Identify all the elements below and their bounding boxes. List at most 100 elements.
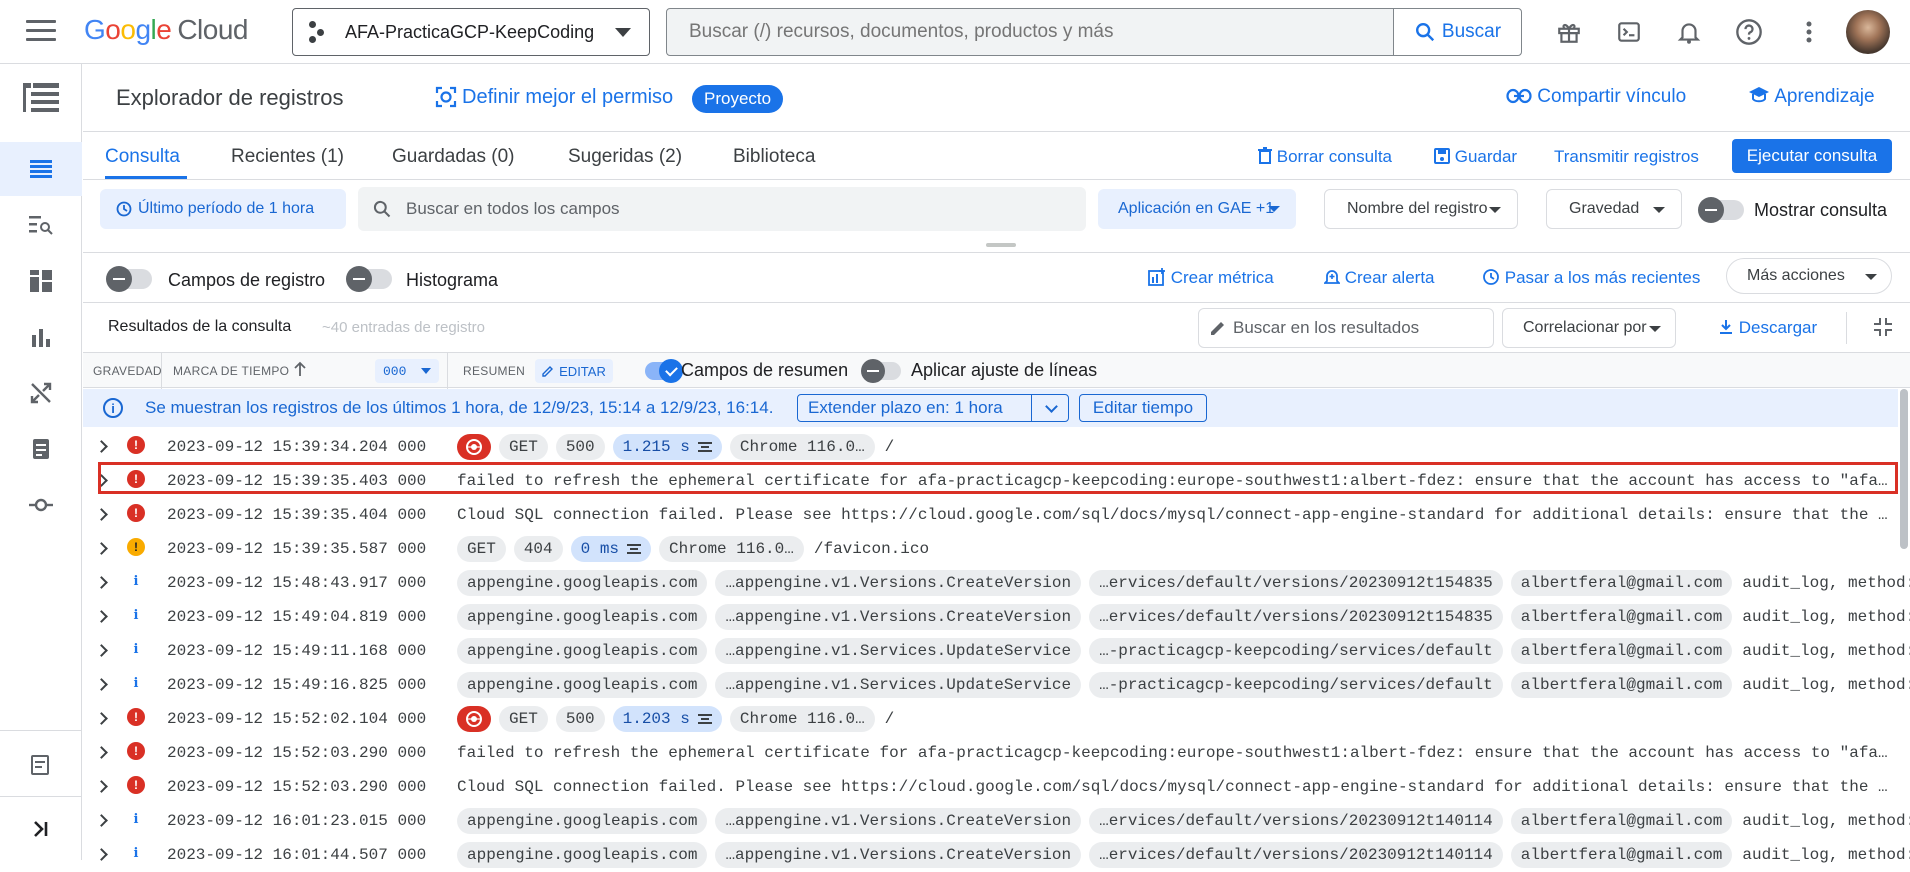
expand-chevron-icon[interactable] bbox=[95, 440, 108, 453]
chevron-down-icon[interactable] bbox=[1045, 400, 1058, 413]
log-row[interactable]: i 2023-09-12 15:48:43.917 000 appengine.go… bbox=[83, 566, 1910, 600]
notifications-icon[interactable] bbox=[1674, 17, 1704, 47]
avatar[interactable] bbox=[1846, 10, 1890, 54]
summary-chip[interactable]: …-practicagcp-keepcoding/services/defaul… bbox=[1089, 638, 1503, 664]
expand-chevron-icon[interactable] bbox=[95, 576, 108, 589]
main-menu-icon[interactable] bbox=[26, 20, 56, 44]
project-picker[interactable]: AFA-PracticaGCP-KeepCoding bbox=[292, 8, 650, 56]
summary-chip[interactable]: 500 bbox=[555, 706, 605, 732]
collapse-icon[interactable] bbox=[1872, 316, 1894, 343]
more-vert-icon[interactable] bbox=[1794, 17, 1824, 47]
latency-chip[interactable]: 1.203 s bbox=[612, 706, 722, 732]
expand-chevron-icon[interactable] bbox=[95, 814, 108, 827]
dashboard-nav-icon[interactable] bbox=[0, 254, 82, 308]
summary-chip[interactable]: …ervices/default/versions/20230912t14011… bbox=[1089, 808, 1503, 834]
summary-chip[interactable]: appengine.googleapis.com bbox=[457, 808, 708, 834]
query-pane-resize-handle[interactable] bbox=[986, 243, 1016, 247]
results-search-input[interactable]: Buscar en los resultados bbox=[1198, 308, 1494, 348]
summary-chip[interactable]: 500 bbox=[555, 434, 605, 460]
summary-chip[interactable]: GET bbox=[457, 536, 506, 562]
clear-query-button[interactable]: Borrar consulta bbox=[1258, 147, 1392, 167]
expand-chevron-icon[interactable] bbox=[95, 780, 108, 793]
google-cloud-logo[interactable]: Google Cloud bbox=[84, 14, 248, 46]
summary-chip[interactable]: Chrome 116.0… bbox=[729, 434, 875, 460]
stream-logs-button[interactable]: Transmitir registros bbox=[1554, 147, 1699, 167]
summary-chip[interactable]: albertferal@gmail.com bbox=[1510, 808, 1733, 834]
tab-suggested[interactable]: Sugeridas (2) bbox=[568, 146, 682, 168]
more-actions-dropdown[interactable]: Más acciones bbox=[1726, 258, 1892, 294]
create-alert-button[interactable]: Crear alerta bbox=[1322, 268, 1435, 288]
log-name-dropdown[interactable]: Nombre del registro bbox=[1324, 189, 1518, 229]
share-link-button[interactable]: Compartir vínculo bbox=[1506, 86, 1686, 108]
sinks-nav-icon[interactable] bbox=[0, 478, 82, 532]
metrics-nav-icon[interactable] bbox=[0, 310, 82, 364]
scope-badge[interactable]: Proyecto bbox=[692, 85, 784, 113]
log-row[interactable]: ! 2023-09-12 15:39:35.587 000 GET 404 0 ms Ch… bbox=[83, 532, 1898, 566]
log-row[interactable]: ! 2023-09-12 15:52:02.104 000 GET 500 1.203 … bbox=[83, 702, 1898, 736]
summary-chip[interactable]: appengine.googleapis.com bbox=[457, 638, 708, 664]
cloud-shell-icon[interactable] bbox=[1614, 17, 1644, 47]
severity-dropdown[interactable]: Gravedad bbox=[1546, 189, 1682, 229]
help-icon[interactable] bbox=[1734, 17, 1764, 47]
download-button[interactable]: Descargar bbox=[1718, 318, 1817, 338]
log-row[interactable]: i 2023-09-12 15:49:16.825 000 appengine.go… bbox=[83, 668, 1910, 702]
summary-chip[interactable]: albertferal@gmail.com bbox=[1510, 842, 1733, 868]
summary-chip[interactable]: albertferal@gmail.com bbox=[1510, 672, 1733, 698]
timestamp-column-header[interactable]: MARCA DE TIEMPO bbox=[173, 364, 289, 378]
latency-chip[interactable]: 0 ms bbox=[570, 536, 652, 562]
expand-chevron-icon[interactable] bbox=[95, 474, 108, 487]
all-fields-search[interactable]: Buscar en todos los campos bbox=[358, 187, 1086, 231]
log-row[interactable]: i 2023-09-12 16:01:23.015 000 appengine.go… bbox=[83, 804, 1910, 838]
expand-chevron-icon[interactable] bbox=[95, 610, 108, 623]
log-row[interactable]: ! 2023-09-12 15:52:03.290 000 failed to re… bbox=[83, 736, 1898, 770]
expand-chevron-icon[interactable] bbox=[95, 508, 108, 521]
summary-chip[interactable]: appengine.googleapis.com bbox=[457, 570, 708, 596]
severity-column-header[interactable]: GRAVEDAD bbox=[93, 364, 162, 378]
show-query-toggle[interactable] bbox=[1698, 197, 1744, 223]
summary-chip[interactable]: albertferal@gmail.com bbox=[1510, 604, 1733, 630]
log-row[interactable]: ! 2023-09-12 15:39:35.403 000 failed to re… bbox=[83, 464, 1898, 498]
logging-menu-icon[interactable] bbox=[0, 68, 82, 130]
tab-saved[interactable]: Guardadas (0) bbox=[392, 146, 515, 168]
scrollbar[interactable] bbox=[1900, 389, 1908, 549]
time-range-selector[interactable]: Último período de 1 hora bbox=[100, 189, 346, 229]
global-search-input[interactable] bbox=[667, 9, 1393, 55]
expand-chevron-icon[interactable] bbox=[95, 644, 108, 657]
edit-summary-button[interactable]: EDITAR bbox=[535, 359, 613, 383]
histogram-toggle[interactable] bbox=[346, 266, 392, 292]
log-row[interactable]: i 2023-09-12 15:49:04.819 000 appengine.go… bbox=[83, 600, 1910, 634]
summary-chip[interactable]: albertferal@gmail.com bbox=[1510, 638, 1733, 664]
log-analytics-nav-icon[interactable] bbox=[0, 198, 82, 252]
summary-chip[interactable]: …appengine.v1.Versions.CreateVersion bbox=[715, 570, 1082, 596]
summary-chip[interactable]: Chrome 116.0… bbox=[729, 706, 875, 732]
summary-chip[interactable]: GET bbox=[499, 706, 548, 732]
summary-chip[interactable]: albertferal@gmail.com bbox=[1510, 570, 1733, 596]
refine-scope-link[interactable]: Definir mejor el permiso bbox=[434, 85, 673, 109]
edit-time-button[interactable]: Editar tiempo bbox=[1079, 394, 1207, 422]
timezone-dropdown[interactable]: 000 bbox=[375, 359, 439, 383]
summary-chip[interactable]: Chrome 116.0… bbox=[659, 536, 804, 562]
sort-ascending-icon[interactable] bbox=[293, 361, 307, 382]
summary-chip[interactable]: 404 bbox=[513, 536, 563, 562]
expand-rail-icon[interactable] bbox=[0, 802, 82, 856]
save-query-button[interactable]: Guardar bbox=[1434, 147, 1517, 167]
run-query-button[interactable]: Ejecutar consulta bbox=[1732, 139, 1892, 173]
wrap-lines-toggle[interactable] bbox=[861, 359, 901, 383]
logs-explorer-nav-icon[interactable] bbox=[0, 142, 82, 196]
storage-nav-icon[interactable] bbox=[0, 422, 82, 476]
summary-chip[interactable]: appengine.googleapis.com bbox=[457, 842, 708, 868]
summary-chip[interactable]: …-practicagcp-keepcoding/services/defaul… bbox=[1089, 672, 1503, 698]
log-row[interactable]: ! 2023-09-12 15:52:03.290 000 Cloud SQL co… bbox=[83, 770, 1898, 804]
release-notes-icon[interactable] bbox=[0, 738, 82, 792]
summary-chip[interactable]: appengine.googleapis.com bbox=[457, 672, 708, 698]
expand-chevron-icon[interactable] bbox=[95, 712, 108, 725]
log-fields-toggle[interactable] bbox=[106, 266, 152, 292]
summary-chip[interactable]: …ervices/default/versions/20230912t14011… bbox=[1089, 842, 1503, 868]
correlate-by-dropdown[interactable]: Correlacionar por bbox=[1502, 308, 1676, 348]
create-metric-button[interactable]: Crear métrica bbox=[1148, 268, 1274, 288]
summary-chip[interactable]: GET bbox=[499, 434, 548, 460]
summary-chip[interactable]: …appengine.v1.Services.UpdateService bbox=[715, 638, 1082, 664]
expand-chevron-icon[interactable] bbox=[95, 746, 108, 759]
tab-query[interactable]: Consulta bbox=[105, 146, 180, 168]
summary-chip[interactable]: …ervices/default/versions/20230912t15483… bbox=[1089, 570, 1503, 596]
